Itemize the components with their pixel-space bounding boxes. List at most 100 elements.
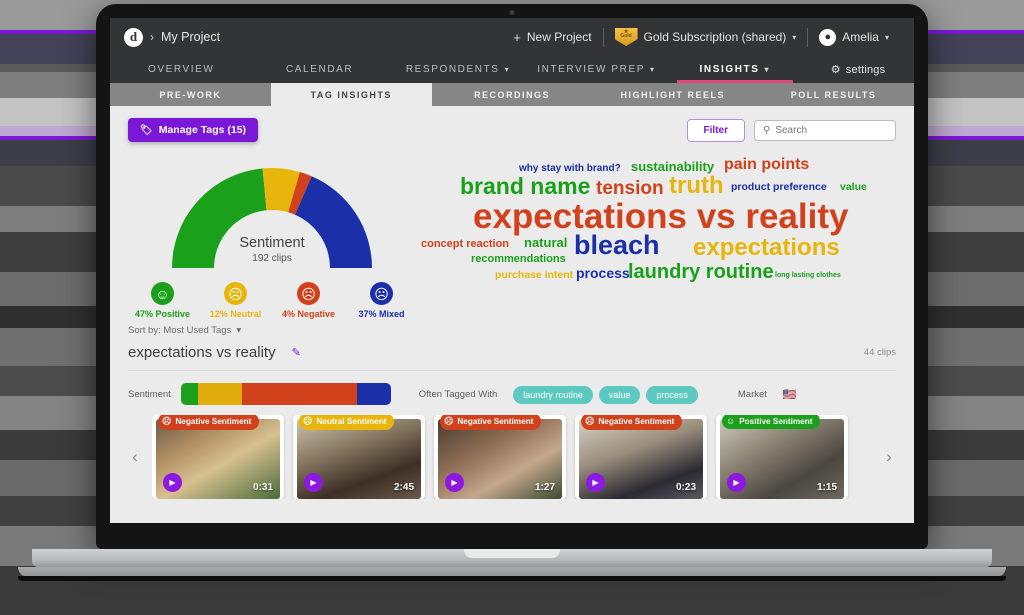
nav-item-overview[interactable]: OVERVIEW (112, 56, 250, 83)
play-icon[interactable]: ▶ (727, 473, 746, 492)
word-cloud-term[interactable]: truth (669, 174, 724, 198)
gauge-subtitle: 192 clips (252, 253, 292, 264)
subscription-selector[interactable]: Gold Gold Subscription (shared) ▾ (604, 28, 808, 46)
legend-item-neutral[interactable]: ☹ 12% Neutral (208, 282, 264, 319)
sentiment-gauge-panel: Sentiment 192 clips ☺ 47% Positive ☹ 12% Ne… (128, 156, 416, 319)
nav-item-calendar[interactable]: CALENDAR (250, 56, 388, 83)
word-cloud-term[interactable]: pain points (724, 157, 809, 173)
sentiment-badge-label: Negative Sentiment (457, 417, 534, 426)
word-cloud-term[interactable]: expectations vs reality (473, 199, 848, 234)
clip-card[interactable]: ▶ 1:27 ☹ Negative Sentiment (434, 415, 566, 499)
word-cloud-term[interactable]: long lasting clothes (775, 272, 841, 279)
subnav-item-highlight-reels[interactable]: HIGHLIGHT REELS (592, 83, 753, 106)
sentiment-face-icon: ☹ (297, 282, 320, 305)
sentiment-bar-segment-negative (241, 383, 358, 405)
clip-duration: 2:45 (393, 482, 414, 493)
settings-button[interactable]: ⚙ settings (804, 56, 912, 83)
clip-card[interactable]: ▶ 1:15 ☺ Positive Sentiment (716, 415, 848, 499)
tag-title: expectations vs reality (128, 344, 276, 361)
app-logo-icon[interactable]: d (124, 27, 143, 47)
sentiment-badge-label: Negative Sentiment (175, 417, 252, 426)
sentiment-face-icon: ☺ (151, 282, 174, 305)
legend-item-positive[interactable]: ☺ 47% Positive (135, 282, 191, 319)
legend-item-label: 12% Neutral (209, 309, 262, 319)
legend-item-negative[interactable]: ☹ 4% Negative (281, 282, 337, 319)
chevron-left-icon[interactable]: ‹ (124, 447, 146, 467)
clip-duration: 1:15 (816, 482, 837, 493)
search-input[interactable] (775, 124, 887, 136)
chevron-right-icon[interactable]: › (878, 447, 900, 467)
clip-thumbnail: ▶ 1:27 (438, 419, 562, 499)
pencil-icon[interactable]: ✎ (292, 346, 301, 359)
filter-button[interactable]: Filter (686, 118, 745, 142)
content-area: 🏷 Manage Tags (15) Filter ⚲ Search Senti… (110, 106, 914, 523)
webcam-icon (509, 10, 515, 15)
subscription-label: Gold Subscription (shared) (643, 30, 787, 44)
play-icon[interactable]: ▶ (586, 473, 605, 492)
tag-detail-header: expectations vs reality ✎ 44 clips (128, 344, 896, 371)
gear-icon: ⚙ (830, 64, 841, 76)
toolbar: 🏷 Manage Tags (15) Filter ⚲ (110, 106, 914, 142)
clip-card[interactable]: ▶ 2:45 ☹ Neutral Sentiment (293, 415, 425, 499)
nav-item-interview-prep[interactable]: INTERVIEW PREP ▾ (527, 56, 665, 83)
manage-tags-button[interactable]: 🏷 Manage Tags (15) (128, 118, 259, 142)
sentiment-badge: ☹ Negative Sentiment (440, 415, 542, 430)
subnav-item-pre-work[interactable]: PRE-WORK (110, 83, 271, 106)
legend-item-mixed[interactable]: ☹ 37% Mixed (354, 282, 410, 319)
nav-item-insights[interactable]: INSIGHTS ▾ (666, 56, 804, 83)
word-cloud-term[interactable]: process (576, 266, 630, 280)
sort-label: Sort by: Most Used Tags (128, 325, 232, 336)
gauge-title: Sentiment (239, 235, 305, 251)
tag-sentiment-row: Sentiment Often Tagged With laundry rout… (110, 371, 914, 405)
chevron-down-icon: ▾ (650, 65, 656, 74)
sentiment-face-icon: ☹ (224, 282, 247, 305)
sentiment-bar-segment-neutral (197, 383, 242, 405)
us-flag-icon: 🇺🇸 (782, 388, 797, 401)
user-menu[interactable]: ● Amelia ▾ (808, 28, 900, 46)
legend-item-label: 47% Positive (134, 309, 191, 319)
sentiment-badge: ☹ Negative Sentiment (581, 415, 683, 430)
word-cloud-term[interactable]: concept reaction (421, 239, 509, 250)
often-tagged-chip[interactable]: process (646, 386, 698, 404)
play-icon[interactable]: ▶ (445, 473, 464, 492)
market-label: Market (737, 388, 767, 400)
word-cloud-term[interactable]: purchase intent (495, 270, 573, 281)
word-cloud-term[interactable]: tension (596, 179, 664, 198)
often-tagged-chip[interactable]: value (598, 386, 641, 404)
word-cloud-term[interactable]: bleach (574, 232, 660, 259)
chevron-down-icon: ▾ (764, 65, 771, 74)
play-icon[interactable]: ▶ (163, 473, 182, 492)
often-tagged-chip-group: laundry routine value process (507, 385, 698, 404)
clip-thumbnail: ▶ 2:45 (297, 419, 421, 499)
subnav-item-poll-results[interactable]: POLL RESULTS (753, 83, 914, 106)
clip-card-list: ▶ 0:31 ☹ Negative Sentiment ▶ 2:45 ☹ Neutral Se… (152, 415, 872, 499)
subnav-item-recordings[interactable]: RECORDINGS (432, 83, 593, 106)
sentiment-badge-label: Neutral Sentiment (316, 417, 387, 426)
word-cloud-term[interactable]: value (840, 182, 867, 193)
word-cloud-term[interactable]: recommendations (471, 254, 566, 265)
new-project-button[interactable]: + New Project (502, 30, 602, 44)
sort-selector[interactable]: Sort by: Most Used Tags ▾ (110, 319, 914, 336)
subnav-item-tag-insights[interactable]: TAG INSIGHTS (270, 83, 432, 106)
nav-item-label: CALENDAR (285, 64, 354, 75)
breadcrumb-separator: › (150, 30, 154, 44)
word-cloud-term[interactable]: brand name (460, 175, 590, 198)
legend-item-label: 37% Mixed (358, 309, 405, 319)
word-cloud-term[interactable]: laundry routine (628, 262, 774, 282)
often-tagged-chip[interactable]: laundry routine (513, 386, 593, 404)
nav-item-respondents[interactable]: RESPONDENTS ▾ (389, 56, 527, 83)
sentiment-bar-label: Sentiment (128, 388, 171, 400)
sentiment-gauge-chart: Sentiment 192 clips (166, 164, 378, 272)
word-cloud-term[interactable]: expectations (693, 236, 840, 260)
nav-item-label: INSIGHTS (699, 64, 760, 75)
clip-thumbnail: ▶ 0:23 (579, 419, 703, 499)
word-cloud-term[interactable]: product preference (731, 182, 827, 193)
legend-item-label: 4% Negative (281, 309, 336, 319)
word-cloud-term[interactable]: natural (524, 236, 567, 249)
breadcrumb-project-name[interactable]: My Project (161, 30, 220, 44)
clip-card[interactable]: ▶ 0:23 ☹ Negative Sentiment (575, 415, 707, 499)
search-box[interactable]: ⚲ (754, 119, 896, 141)
play-icon[interactable]: ▶ (304, 473, 323, 492)
clip-card[interactable]: ▶ 0:31 ☹ Negative Sentiment (152, 415, 284, 499)
chevron-down-icon: ▾ (884, 32, 889, 42)
